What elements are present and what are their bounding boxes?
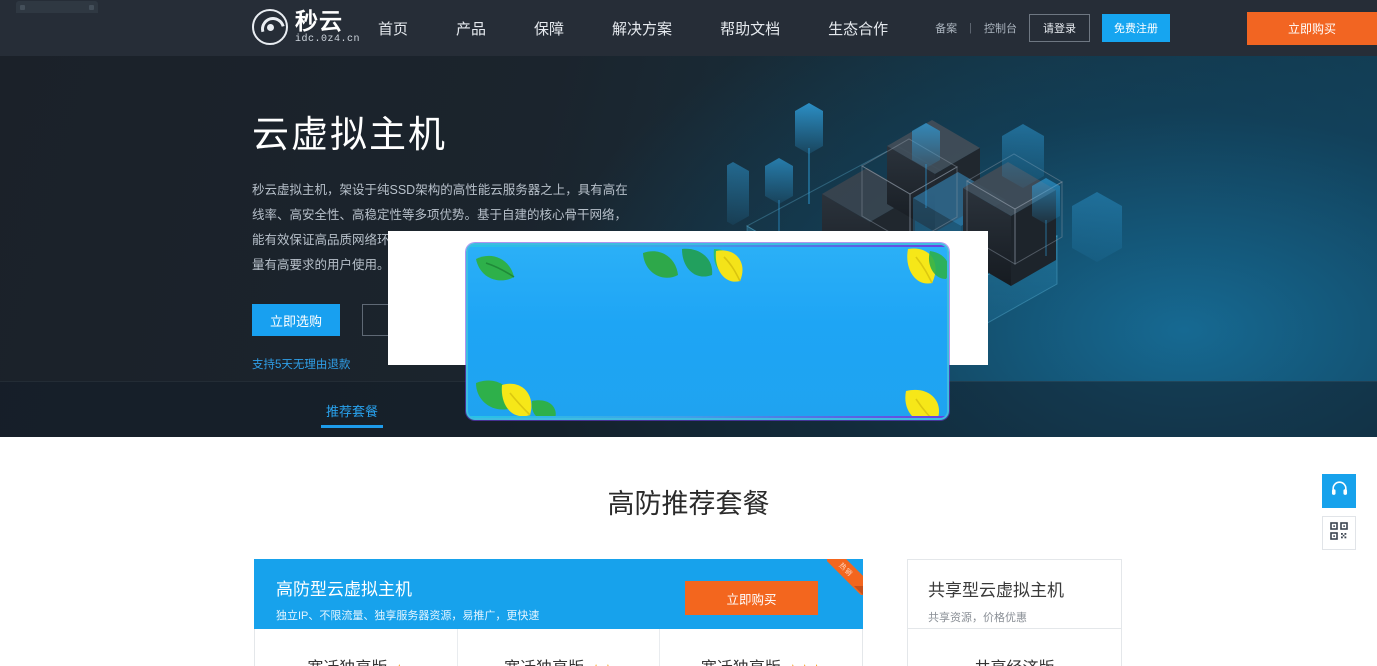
hot-sale-ribbon: 热销 (827, 559, 863, 595)
card-subtitle: 共享资源，价格优惠 (928, 612, 1027, 624)
logo-name-cn: 秒云 (295, 7, 343, 34)
plan-column[interactable]: 共享经济版 (907, 629, 1122, 666)
nav-separator: | (969, 22, 972, 34)
page-title: 云虚拟主机 (252, 114, 447, 155)
floating-side-toolbar (1322, 474, 1356, 558)
page-root: 秒云 idc.0z4.cn 首页 产品 保障 解决方案 帮助文档 生态合作 备案… (0, 0, 1377, 666)
nav-right-actions: 备案 | 控制台 请登录 免费注册 (935, 0, 1170, 56)
top-buy-now-button[interactable]: 立即购买 (1247, 12, 1377, 45)
plan-name: 宽迁独享版 (307, 654, 387, 666)
swirl-logo-icon (252, 9, 288, 45)
plan-column[interactable]: 宽迁独享版 ★ ★ ★ (660, 629, 862, 666)
browser-tab-artifact (16, 1, 98, 13)
nav-link-icp-filing[interactable]: 备案 (935, 20, 957, 36)
refund-policy-link[interactable]: 支持5天无理由退款 (252, 356, 350, 372)
package-cards: 高防型云虚拟主机 独立IP、不限流量、独享服务器资源，易推广，更快速 立即购买 … (254, 559, 1122, 666)
nav-link-ecosystem[interactable]: 生态合作 (828, 18, 888, 39)
section-title: 高防推荐套餐 (607, 489, 770, 519)
customer-service-button[interactable] (1322, 474, 1356, 508)
logo-name-en: idc.0z4.cn (295, 33, 361, 45)
nav-link-console[interactable]: 控制台 (984, 20, 1017, 36)
primary-nav-links: 首页 产品 保障 解决方案 帮助文档 生态合作 (378, 0, 888, 56)
qrcode-icon (1330, 521, 1348, 545)
nav-link-products[interactable]: 产品 (456, 18, 486, 39)
login-button[interactable]: 请登录 (1029, 14, 1090, 42)
card-header: 高防型云虚拟主机 独立IP、不限流量、独享服务器资源，易推广，更快速 立即购买 … (254, 559, 863, 629)
nav-link-docs[interactable]: 帮助文档 (720, 18, 780, 39)
headset-icon (1330, 479, 1349, 503)
card-buy-now-button[interactable]: 立即购买 (685, 581, 818, 615)
plan-column[interactable]: 宽迁独享版 ★ ★ (458, 629, 661, 666)
nav-link-home[interactable]: 首页 (378, 18, 408, 39)
ribbon-tail (854, 586, 863, 595)
qrcode-button[interactable] (1322, 516, 1356, 550)
card-header: 共享型云虚拟主机 共享资源，价格优惠 (907, 559, 1122, 629)
tab-recommended-packages[interactable]: 推荐套餐 (326, 382, 378, 438)
plan-columns: 宽迁独享版 ★ 宽迁独享版 ★ ★ 宽迁独享版 (254, 629, 863, 666)
plan-column[interactable]: 宽迁独享版 ★ (255, 629, 458, 666)
nav-link-solutions[interactable]: 解决方案 (612, 18, 672, 39)
card-shared-hosting[interactable]: 共享型云虚拟主机 共享资源，价格优惠 共享经济版 (907, 559, 1122, 666)
register-button[interactable]: 免费注册 (1102, 14, 1170, 42)
site-logo[interactable]: 秒云 idc.0z4.cn (252, 9, 360, 45)
plan-name: 宽迁独享版 (701, 654, 781, 666)
card-title: 共享型云虚拟主机 (928, 581, 1064, 600)
nav-link-guarantee[interactable]: 保障 (534, 18, 564, 39)
blue-leaf-splash-panel[interactable] (466, 243, 949, 420)
top-navigation-bar: 秒云 idc.0z4.cn 首页 产品 保障 解决方案 帮助文档 生态合作 备案… (0, 0, 1377, 56)
packages-section: 高防推荐套餐 高防型云虚拟主机 独立IP、不限流量、独享服务器资源，易推广，更快… (0, 437, 1377, 666)
buy-now-hero-button[interactable]: 立即选购 (252, 304, 340, 336)
card-high-defense-hosting[interactable]: 高防型云虚拟主机 独立IP、不限流量、独享服务器资源，易推广，更快速 立即购买 … (254, 559, 863, 666)
plan-name: 共享经济版 (974, 654, 1054, 666)
plan-name: 宽迁独享版 (504, 654, 584, 666)
